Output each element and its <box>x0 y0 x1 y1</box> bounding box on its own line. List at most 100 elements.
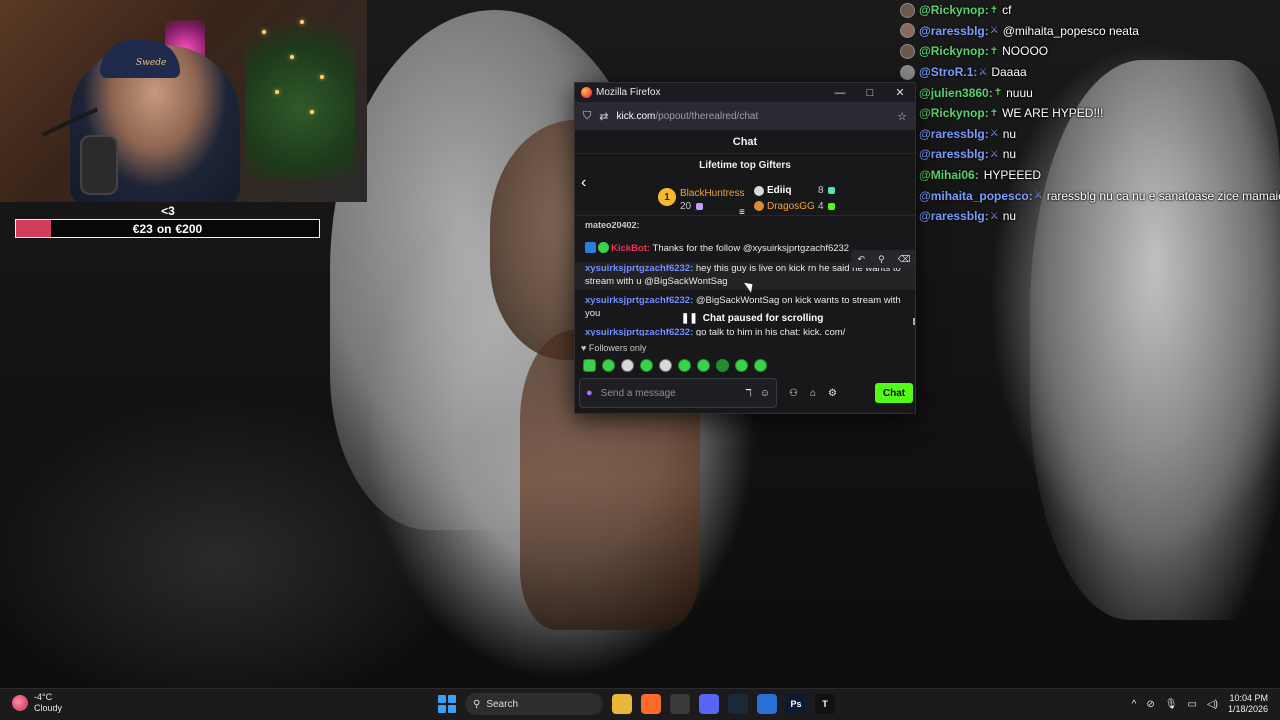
avatar <box>900 43 915 59</box>
taskbar-search[interactable]: ⚲ Search <box>465 693 603 715</box>
emote-bar[interactable] <box>583 359 767 372</box>
overlay-chat-line: @Rickynop: ✝ NOOOO <box>900 41 1280 62</box>
firefox-icon <box>581 87 592 98</box>
store-icon[interactable]: ⌂ <box>810 388 816 399</box>
overlay-username: @raressblg: <box>919 23 989 38</box>
goal-label: <3 <box>161 204 175 218</box>
system-tray: ^ ⊘ 🎙 ▭ ◁) 10:04 PM 1/18/2026 <box>1132 693 1268 715</box>
christmas-tree <box>245 0 355 180</box>
overlay-chat-line: @raressblg: ⚔ @mihaita_popesco neata <box>900 21 1280 42</box>
emote-icon[interactable] <box>735 359 748 372</box>
community-icon[interactable]: ⚇ <box>789 388 798 399</box>
weather-widget[interactable]: -4°C Cloudy <box>12 692 62 714</box>
delete-icon[interactable]: ⌫ <box>898 254 911 265</box>
goal-connector: on <box>156 221 172 236</box>
message-input[interactable]: ● Send a message ℸ ☺ <box>579 378 777 408</box>
overlay-chat: @Rickynop: ✝ cf @raressblg: ⚔ @mihaita_popesc… <box>900 0 1280 227</box>
emote-icon[interactable] <box>678 359 691 372</box>
gifter-count-3: 4 <box>818 201 824 212</box>
badge-icon: ✝ <box>989 4 999 16</box>
url-text[interactable]: kick.com/popout/therealred/chat <box>616 111 889 122</box>
overlay-message: nu <box>1002 147 1017 162</box>
reply-icon[interactable]: ↶ <box>858 254 866 265</box>
overlay-chat-line: @julien3860: ✝ nuuu <box>900 82 1280 103</box>
mic-icon[interactable]: 🎙 <box>1165 699 1178 710</box>
chat-messages[interactable]: mateo20402: KickBot: Thanks for the foll… <box>575 222 915 336</box>
network-icon[interactable]: ▭ <box>1187 699 1196 710</box>
titlebar[interactable]: Mozilla Firefox — □ ✕ <box>575 83 915 102</box>
emote-icon[interactable] <box>621 359 634 372</box>
close-button[interactable]: ✕ <box>885 86 915 99</box>
message-actions[interactable]: ↶ ⚲ ⌫ <box>851 250 915 268</box>
app-blue-icon[interactable] <box>757 694 777 714</box>
overlay-username: @raressblg: <box>919 126 989 141</box>
discord-icon[interactable] <box>699 694 719 714</box>
cut-off-line: mateo20402: <box>585 222 640 230</box>
pin-icon[interactable]: ⚲ <box>878 254 885 265</box>
overlay-message: nu <box>1002 126 1017 141</box>
emote-icon[interactable] <box>754 359 767 372</box>
collapse-icon[interactable]: ≡ <box>739 207 745 218</box>
window-title: Mozilla Firefox <box>596 87 661 98</box>
file-explorer-icon[interactable] <box>612 694 632 714</box>
clock[interactable]: 10:04 PM 1/18/2026 <box>1228 693 1268 715</box>
translate-icon[interactable]: ℸ <box>745 388 751 399</box>
overlay-username: @julien3860: <box>919 85 993 100</box>
message-placeholder[interactable]: Send a message <box>601 388 738 399</box>
overlay-chat-line: @raressblg: ⚔ nu <box>900 206 1280 227</box>
emoji-icon[interactable]: ☺ <box>760 388 770 399</box>
chat-paused-banner[interactable]: ❚❚ Chat paused for scrolling <box>675 311 830 326</box>
gifter-count-2: 8 <box>818 185 824 196</box>
overlay-chat-line: @raressblg: ⚔ nu <box>900 144 1280 165</box>
rank-1-badge: 1 <box>658 188 676 206</box>
back-arrow-icon[interactable]: ‹ <box>581 174 586 192</box>
shield-icon[interactable]: ⛉ <box>583 110 591 123</box>
windows-start-icon[interactable] <box>438 695 456 713</box>
bookmark-star-icon[interactable]: ☆ <box>897 110 907 123</box>
notification-mute-icon[interactable]: ⊘ <box>1146 699 1154 710</box>
firefox-window[interactable]: Mozilla Firefox — □ ✕ ⛉ ⇄ kick.com/popou… <box>574 82 916 414</box>
verified-icon <box>598 242 609 253</box>
emote-icon[interactable] <box>640 359 653 372</box>
obs-icon[interactable] <box>670 694 690 714</box>
badge-icon: ✝ <box>989 45 999 57</box>
settings-gear-icon[interactable]: ⚙ <box>828 388 837 399</box>
badge-icon: ⚔ <box>978 66 988 78</box>
overlay-username: @Rickynop: <box>919 44 989 59</box>
connection-icon[interactable]: ⇄ <box>599 110 608 123</box>
photoshop-icon[interactable]: Ps <box>786 694 806 714</box>
steam-icon[interactable] <box>728 694 748 714</box>
chat-header: Chat <box>575 130 915 154</box>
tiktok-studio-icon[interactable]: T <box>815 694 835 714</box>
maximize-button[interactable]: □ <box>855 87 885 99</box>
chat-input-row: ● Send a message ℸ ☺ ⚇ ⌂ ⚙ Chat <box>579 378 913 408</box>
avatar <box>900 23 915 39</box>
firefox-icon[interactable] <box>641 694 661 714</box>
taskbar: -4°C Cloudy ⚲ Search Ps T ^ ⊘ 🎙 ▭ ◁) 10:0… <box>0 688 1280 720</box>
overlay-chat-line: @StroR.1: ⚔ Daaaa <box>900 62 1280 83</box>
goal-current: €23 <box>132 221 153 236</box>
gem-icon <box>828 203 835 210</box>
url-bar[interactable]: ⛉ ⇄ kick.com/popout/therealred/chat ☆ <box>575 102 915 130</box>
badge-icon: ⚔ <box>989 148 999 160</box>
send-chat-button[interactable]: Chat <box>875 383 913 403</box>
badge-icon: ⚔ <box>989 210 999 222</box>
chevron-up-icon[interactable]: ^ <box>1132 699 1137 710</box>
gifter-name-2: Ediiq <box>767 185 792 196</box>
search-icon: ⚲ <box>473 698 481 710</box>
volume-icon[interactable]: ◁) <box>1207 699 1218 710</box>
chat-message: xysuirksjprtgzachf6232: go talk to him i… <box>585 327 846 336</box>
scrollbar[interactable] <box>913 318 915 325</box>
minimize-button[interactable]: — <box>825 87 855 99</box>
overlay-message: @mihaita_popesco neata <box>1002 23 1139 38</box>
emote-icon[interactable] <box>716 359 729 372</box>
paused-text: Chat paused for scrolling <box>702 313 824 324</box>
heart-icon: ♥ <box>581 343 587 353</box>
overlay-message: HYPEEED <box>983 168 1042 183</box>
emote-icon[interactable] <box>583 359 596 372</box>
badge-icon: ⚔ <box>989 128 999 140</box>
microphone-icon[interactable]: ● <box>586 387 593 399</box>
emote-icon[interactable] <box>697 359 710 372</box>
emote-icon[interactable] <box>602 359 615 372</box>
emote-icon[interactable] <box>659 359 672 372</box>
